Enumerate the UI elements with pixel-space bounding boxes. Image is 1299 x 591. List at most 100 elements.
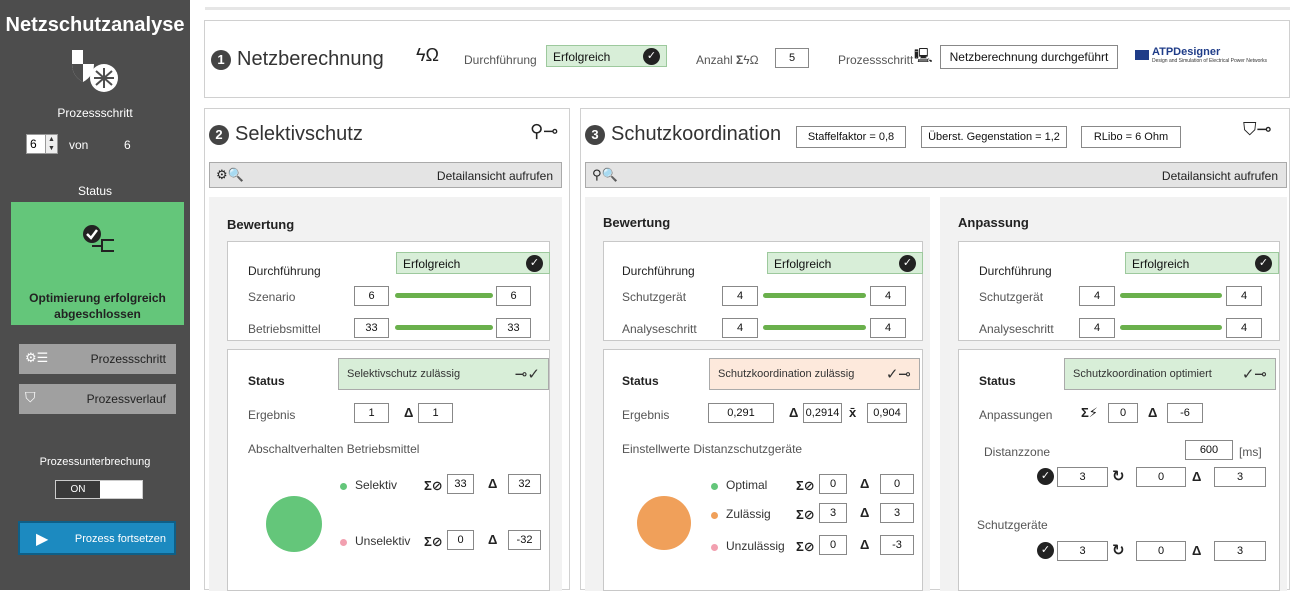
step-label: Prozessschritt	[57, 106, 133, 120]
adjust-delta: -6	[1167, 403, 1203, 423]
allowed-sum: 3	[819, 503, 847, 523]
delta-icon: Δ	[488, 532, 498, 547]
status-label: Status	[622, 374, 659, 388]
coordination-detail-button[interactable]: ⚲🔍 Detailansicht aufrufen	[585, 162, 1287, 188]
refresh-icon: ↻	[1112, 542, 1125, 559]
selective-status-box: Status Selektivschutz zulässig ⊸✓ Ergebn…	[227, 349, 550, 591]
settings-icon: ⚙☰	[25, 350, 49, 365]
check-icon: ✓	[899, 255, 916, 272]
coordination-adapt-panel: Anpassung Durchführung Erfolgreich ✓ Sch…	[940, 197, 1287, 591]
selective-detail-button[interactable]: ⚙🔍 Detailansicht aufrufen	[209, 162, 562, 188]
legend-dot	[711, 512, 718, 519]
status-label: Status	[979, 374, 1016, 388]
result-delta: 1	[418, 403, 453, 423]
history-icon: ⛉	[25, 389, 36, 405]
zone-label: Distanzzone	[984, 445, 1051, 459]
netzberechnung-title: 1 Netzberechnung	[211, 48, 384, 71]
process-history-button[interactable]: ⛉ Prozessverlauf	[19, 384, 176, 414]
progress-bar	[1120, 325, 1222, 330]
value-a: 4	[722, 286, 758, 306]
result-label: Ergebnis	[248, 408, 296, 422]
relay-search-icon: ⚲🔍	[592, 167, 618, 182]
result-label: Ergebnis	[622, 408, 670, 422]
legend-unselective: Unselektiv	[355, 534, 411, 548]
selective-delta: 32	[508, 474, 541, 494]
row-label: Analyseschritt	[622, 322, 697, 336]
value-a: 33	[354, 318, 389, 338]
result-value: 1	[354, 403, 389, 423]
legend-optimal: Optimal	[726, 478, 768, 492]
result-delta: 0,2914	[803, 403, 842, 423]
selective-eval-panel: Bewertung Durchführung Erfolgreich ✓ Sze…	[209, 197, 562, 591]
execution-field: Erfolgreich ✓	[546, 45, 667, 67]
allowed-delta: 3	[880, 503, 914, 523]
value-b: 4	[870, 286, 906, 306]
interrupt-toggle[interactable]: ON	[55, 480, 143, 499]
execution-label: Durchführung	[622, 264, 695, 278]
value-b: 4	[1226, 286, 1262, 306]
value-a: 4	[1079, 286, 1115, 306]
netzberechnung-card: 1 Netzberechnung ϟΩ Durchführung Erfolgre…	[204, 20, 1290, 98]
row-label: Betriebsmittel	[248, 322, 321, 336]
devices-delta: 3	[1214, 541, 1266, 561]
sum-check-icon: Σ⊘	[796, 478, 815, 493]
network-protection-icon	[72, 50, 118, 92]
step-value: Netzberechnung durchgeführt	[940, 45, 1118, 69]
legend-notallowed: Unzulässig	[726, 539, 785, 553]
mean-icon: x̄	[849, 405, 857, 420]
value-b: 33	[496, 318, 531, 338]
check-icon: ✓	[1037, 542, 1054, 559]
unselective-delta: -32	[508, 530, 541, 550]
row-label: Schutzgerät	[622, 290, 687, 304]
continue-process-button[interactable]: ▶ Prozess fortsetzen	[18, 521, 176, 555]
network-search-icon: ⚙🔍	[216, 167, 244, 182]
process-step-button[interactable]: ⚙☰ Prozessschritt	[19, 344, 176, 374]
row-label: Szenario	[248, 290, 296, 304]
check-icon: ✓	[1255, 255, 1272, 272]
devices-changed: 0	[1136, 541, 1186, 561]
step-of: von	[69, 138, 89, 152]
progress-bar	[1120, 293, 1222, 298]
refresh-icon: ↻	[1112, 468, 1125, 485]
schutzkoordination-card: 3 Schutzkoordination Staffelfaktor = 0,8 …	[580, 108, 1290, 591]
devices-ok: 3	[1057, 541, 1108, 561]
delta-icon: Δ	[488, 476, 498, 491]
optimal-sum: 0	[819, 474, 847, 494]
spinner-arrows-icon[interactable]: ▲ ▼	[45, 135, 57, 153]
rlibo-field: RLibo = 6 Ohm	[1081, 126, 1181, 148]
zone-unit: [ms]	[1239, 445, 1262, 459]
delta-icon: Δ	[789, 405, 799, 420]
value-a: 6	[354, 286, 389, 306]
play-icon: ▶	[36, 531, 49, 548]
step-spinner[interactable]: 6 ▲ ▼	[26, 134, 58, 154]
selektivschutz-card: 2 Selektivschutz ⚲⊸ ⚙🔍 Detailansicht aufr…	[204, 108, 570, 591]
delta-icon: Δ	[1148, 405, 1158, 420]
execution-field: Erfolgreich ✓	[767, 252, 923, 274]
relay-switch-icon: ⚲⊸	[530, 121, 559, 141]
sidebar: Netzschutzanalyse Prozessschritt 6 ▲ ▼ vo…	[0, 0, 190, 590]
flag-icon	[1135, 50, 1149, 60]
row-label: Schutzgerät	[979, 290, 1044, 304]
sum-check-icon: Σ⊘	[796, 507, 815, 522]
status-text: Optimierung erfolgreich abgeschlossen	[29, 291, 166, 321]
check-icon: ✓	[526, 255, 543, 272]
delta-icon: Δ	[860, 537, 870, 552]
progress-bar	[763, 293, 866, 298]
switch-check-icon: ⊸✓	[514, 366, 540, 383]
shield-relay-icon: ⛉⊸	[1243, 119, 1272, 139]
count-label: Anzahl ΣϟΩ	[696, 53, 759, 67]
progress-bar	[763, 325, 866, 330]
sum-check-icon: Σ⊘	[424, 534, 443, 549]
delta-icon: Δ	[860, 476, 870, 491]
adjust-value: 0	[1108, 403, 1138, 423]
status-box: Optimierung erfolgreich abgeschlossen	[11, 202, 184, 325]
adapt-status-box: Status Schutzkoordination optimiert ✓⊸ A…	[958, 349, 1280, 591]
legend-dot	[711, 483, 718, 490]
overexcitation-field: Überst. Gegenstation = 1,2	[921, 126, 1067, 148]
delta-icon: Δ	[404, 405, 414, 420]
execution-label: Durchführung	[248, 264, 321, 278]
value-b: 4	[1226, 318, 1262, 338]
check-icon: ✓	[643, 48, 660, 65]
unselective-sum: 0	[447, 530, 474, 550]
step-label: Prozessschritt	[838, 53, 914, 67]
